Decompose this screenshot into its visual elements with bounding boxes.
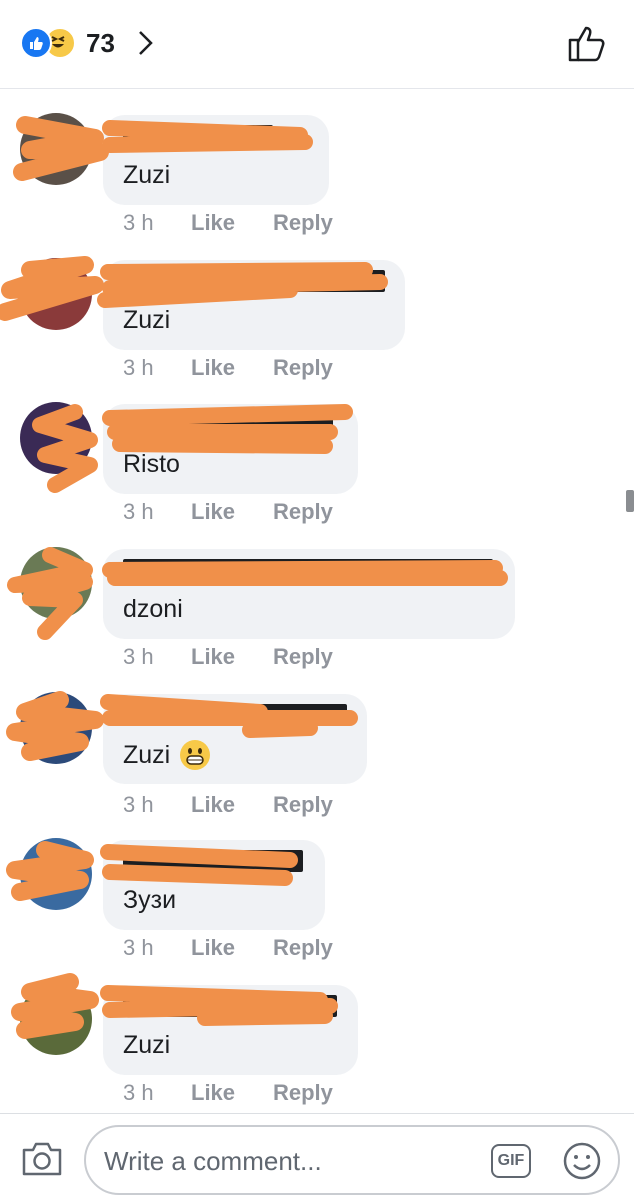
comment-time: 3 h	[123, 499, 154, 524]
comment-time: 3 h	[123, 644, 154, 669]
camera-icon[interactable]	[20, 1138, 64, 1178]
comment-author-redacted	[123, 559, 493, 581]
comment-author-redacted	[123, 125, 273, 147]
comment-text: dzoni	[123, 595, 183, 623]
comment-bubble[interactable]: Zuzi	[103, 985, 358, 1075]
emoji-icon[interactable]	[562, 1141, 602, 1181]
chevron-right-icon	[139, 31, 153, 55]
comment-text: Zuzi	[123, 306, 171, 334]
comment-time: 3 h	[123, 210, 154, 235]
comment-author-redacted	[123, 995, 337, 1017]
reply-link[interactable]: Reply	[273, 644, 333, 670]
comment-time: 3 h	[123, 935, 154, 960]
like-link[interactable]: Like	[191, 1080, 273, 1106]
reply-link[interactable]: Reply	[273, 355, 333, 381]
comment-actions: 3 h Like Reply	[123, 935, 333, 961]
reply-link[interactable]: Reply	[273, 499, 333, 525]
reply-link[interactable]: Reply	[273, 935, 333, 961]
comment-time: 3 h	[123, 792, 154, 817]
thumbs-up-icon[interactable]	[566, 22, 608, 64]
comment-text: Зузи	[123, 886, 177, 914]
avatar[interactable]	[20, 258, 92, 330]
reactions-summary[interactable]: 73	[20, 27, 155, 59]
like-link[interactable]: Like	[191, 935, 273, 961]
comment-bubble[interactable]: Zuzi	[103, 694, 367, 784]
comment-author-redacted	[123, 414, 333, 436]
avatar[interactable]	[20, 692, 92, 764]
grinning-face-emoji-icon	[180, 740, 211, 770]
gif-button[interactable]: GIF	[491, 1144, 531, 1178]
comment-actions: 3 h Like Reply	[123, 499, 333, 525]
reply-link[interactable]: Reply	[273, 792, 333, 818]
comment-actions: 3 h Like Reply	[123, 792, 333, 818]
comment-author-redacted	[123, 704, 347, 726]
comment-text: Zuzi	[123, 1031, 171, 1059]
comment-actions: 3 h Like Reply	[123, 210, 333, 236]
comment-bubble[interactable]: Зузи	[103, 840, 325, 930]
reactions-header: 73	[0, 0, 634, 89]
comment-bubble[interactable]: Risto	[103, 404, 358, 494]
scroll-indicator[interactable]	[626, 490, 634, 512]
reaction-count: 73	[86, 27, 115, 58]
comment-time: 3 h	[123, 355, 154, 380]
comment-input[interactable]: Write a comment... GIF	[84, 1125, 620, 1195]
comment-actions: 3 h Like Reply	[123, 355, 333, 381]
comment-bubble[interactable]: dzoni	[103, 549, 515, 639]
reply-link[interactable]: Reply	[273, 210, 333, 236]
avatar[interactable]	[20, 402, 92, 474]
like-link[interactable]: Like	[191, 792, 273, 818]
comment-bubble[interactable]: Zuzi	[103, 260, 405, 350]
comment-text: Zuzi	[123, 740, 211, 770]
avatar[interactable]	[20, 983, 92, 1055]
comment-author-redacted	[123, 270, 385, 292]
reply-link[interactable]: Reply	[273, 1080, 333, 1106]
comment-actions: 3 h Like Reply	[123, 644, 333, 670]
comment-composer: Write a comment... GIF	[0, 1113, 634, 1201]
comment-actions: 3 h Like Reply	[123, 1080, 333, 1106]
avatar[interactable]	[20, 838, 92, 910]
comment-text: Risto	[123, 450, 180, 478]
comment-author-redacted	[123, 850, 303, 872]
like-reaction-icon	[20, 27, 52, 59]
avatar[interactable]	[20, 113, 92, 185]
comment-time: 3 h	[123, 1080, 154, 1105]
comment-text: Zuzi	[123, 161, 171, 189]
comment-input-placeholder: Write a comment...	[104, 1146, 322, 1176]
like-link[interactable]: Like	[191, 499, 273, 525]
like-link[interactable]: Like	[191, 355, 273, 381]
comment-bubble[interactable]: Zuzi	[103, 115, 329, 205]
avatar[interactable]	[20, 547, 92, 619]
like-link[interactable]: Like	[191, 210, 273, 236]
like-link[interactable]: Like	[191, 644, 273, 670]
